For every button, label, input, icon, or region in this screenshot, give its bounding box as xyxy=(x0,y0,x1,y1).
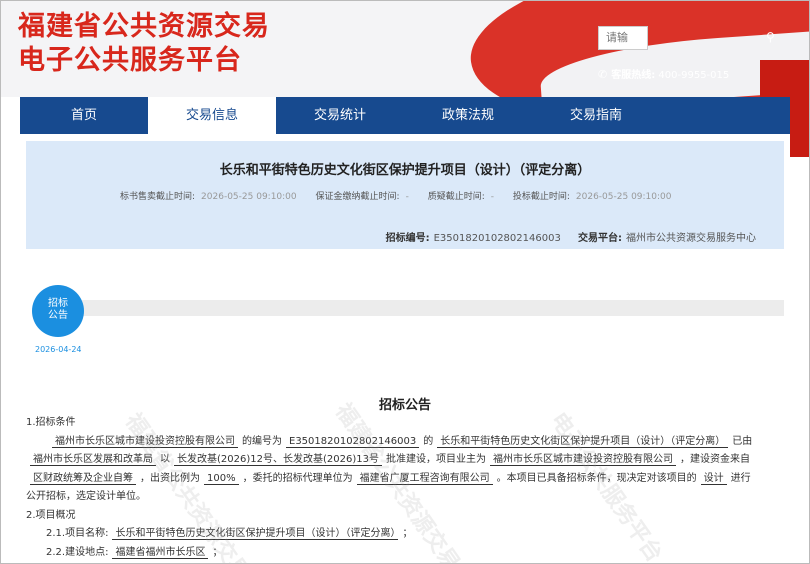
paragraph-line: 区财政统筹及企业自筹 ，出资比例为 100% ，委托的招标代理单位为 福建省广厦工程咨询… xyxy=(26,470,784,489)
approver-name: 福州市长乐区发展和改革局 xyxy=(30,454,156,466)
paragraph-line: 福州市长乐区发展和改革局以长发改基(2026)12号、长发改基(2026)13号… xyxy=(26,451,784,470)
text: 的 xyxy=(423,435,434,447)
text: 已由 xyxy=(732,435,753,447)
brand-line-2: 电子公共服务平台 xyxy=(18,45,242,76)
text: ，出资比例为 xyxy=(140,472,200,484)
timeline-node-label: 公告 xyxy=(48,310,68,321)
text: ，委托的招标代理单位为 xyxy=(242,472,353,484)
site-header: 福建省公共资源交易 电子公共服务平台 ⚲ ✆客服热线: 400-9955-015 xyxy=(0,0,810,97)
text: ，建设资金来自 xyxy=(679,454,750,465)
deadline-label: 投标截止时间: xyxy=(512,192,570,202)
platform-label: 交易平台: xyxy=(578,233,622,244)
project-name-inline: 长乐和平街特色历史文化街区保护提升项目（设计）（评定分离） xyxy=(437,435,729,448)
deadline-value: - xyxy=(490,192,494,202)
text: 以 xyxy=(160,454,170,465)
owner-name: 福州市长乐区城市建设投资控股有限公司 xyxy=(489,454,676,466)
timeline-node-label: 招标 xyxy=(48,298,68,309)
timeline-node-date: 2026-04-24 xyxy=(35,345,82,354)
nav-item-trade-stats[interactable]: 交易统计 xyxy=(276,97,404,134)
timeline-track xyxy=(82,300,784,316)
document-title: 招标公告 xyxy=(378,398,431,413)
site-logo-text[interactable]: 福建省公共资源交易 电子公共服务平台 xyxy=(18,10,270,78)
nav-item-policies[interactable]: 政策法规 xyxy=(404,97,532,134)
brand-line-1: 福建省公共资源交易 xyxy=(18,11,270,42)
search-input[interactable] xyxy=(598,26,648,50)
paragraph-line: 公开招标，选定设计单位。 xyxy=(26,491,146,502)
text: 的编号为 xyxy=(242,435,282,447)
paragraph-line: 2.2.建设地点: 福建省福州市长乐区； xyxy=(26,544,784,563)
search-icon[interactable]: ⚲ xyxy=(766,30,780,44)
project-meta: 招标编号: E3501820102802146003 交易平台: 福州市公共资源交易… xyxy=(386,229,770,244)
deadline-label: 标书售卖截止时间: xyxy=(120,192,196,202)
text: 。本项目已具备招标条件，现决定对该项目的 xyxy=(496,472,697,484)
fund-ratio: 100% xyxy=(204,472,239,485)
hotline-number: 400-9955-015 xyxy=(658,70,730,81)
project-name-value: 长乐和平街特色历史文化街区保护提升项目（设计）（评定分离） xyxy=(112,528,399,540)
tender-type: 设计 xyxy=(700,472,727,485)
hotline: ✆ 客服热线: 400-9955-015 xyxy=(598,66,729,81)
tender-code-label: 招标编号: xyxy=(385,233,430,244)
hotline-label: 客服热线: xyxy=(611,70,656,81)
section-heading: 2.项目概况 xyxy=(26,509,76,521)
fund-source: 区财政统筹及企业自筹 xyxy=(30,472,136,485)
nav-item-home[interactable]: 首页 xyxy=(20,97,148,134)
deadline-value: 2026-05-25 09:10:00 xyxy=(201,192,297,202)
main-nav: 首页 交易信息 交易统计 政策法规 交易指南 xyxy=(20,97,790,134)
deadline-value: 2026-05-25 09:10:00 xyxy=(575,192,672,202)
deadline-label: 保证金缴纳截止时间: xyxy=(315,192,400,202)
paragraph-line: 2.1.项目名称: 长乐和平街特色历史文化街区保护提升项目（设计）（评定分离）； xyxy=(26,525,784,544)
nav-item-trade-info[interactable]: 交易信息 xyxy=(148,97,276,134)
project-summary-card: 长乐和平街特色历史文化街区保护提升项目（设计）（评定分离） 标书售卖截止时间: 2… xyxy=(26,141,784,249)
text: 批准建设，项目业主为 xyxy=(385,454,486,465)
phone-icon: ✆ xyxy=(598,68,608,81)
approval-docs: 长发改基(2026)12号、长发改基(2026)13号 xyxy=(174,454,382,466)
agent-name: 福建省广厦工程咨询有限公司 xyxy=(356,472,493,485)
paragraph-line: 福州市长乐区城市建设投资控股有限公司 的编号为 E35018201028021460… xyxy=(26,433,784,452)
project-title: 长乐和平街特色历史文化街区保护提升项目（设计）（评定分离） xyxy=(219,163,591,178)
flag-decoration-strip xyxy=(790,97,810,157)
field-label: 2.1.项目名称: xyxy=(46,528,109,539)
owner-name: 福州市长乐区城市建设投资控股有限公司 xyxy=(52,435,238,448)
announcement-body: 1.招标条件 福州市长乐区城市建设投资控股有限公司 的编号为 E3501820102… xyxy=(26,414,784,562)
location-value: 福建省福州市长乐区 xyxy=(112,546,209,559)
nav-item-guide[interactable]: 交易指南 xyxy=(532,97,660,134)
section-heading: 1.招标条件 xyxy=(26,417,76,428)
text: ； xyxy=(402,528,413,539)
deadline-value: - xyxy=(405,192,409,202)
flag-decoration-edge xyxy=(760,60,810,97)
tender-code: E3501820102802146003 xyxy=(433,233,561,244)
tender-code-inline: E3501820102802146003 xyxy=(286,435,420,448)
timeline-node-announcement[interactable]: 招标 公告 xyxy=(32,285,84,337)
field-label: 2.2.建设地点: xyxy=(46,546,109,558)
deadline-label: 质疑截止时间: xyxy=(427,192,485,202)
text: ； xyxy=(212,546,223,558)
platform-name: 福州市公共资源交易服务中心 xyxy=(626,233,756,244)
text: 进行 xyxy=(730,472,751,484)
deadline-row: 标书售卖截止时间: 2026-05-25 09:10:00 保证金缴纳截止时间: -… xyxy=(120,189,688,202)
